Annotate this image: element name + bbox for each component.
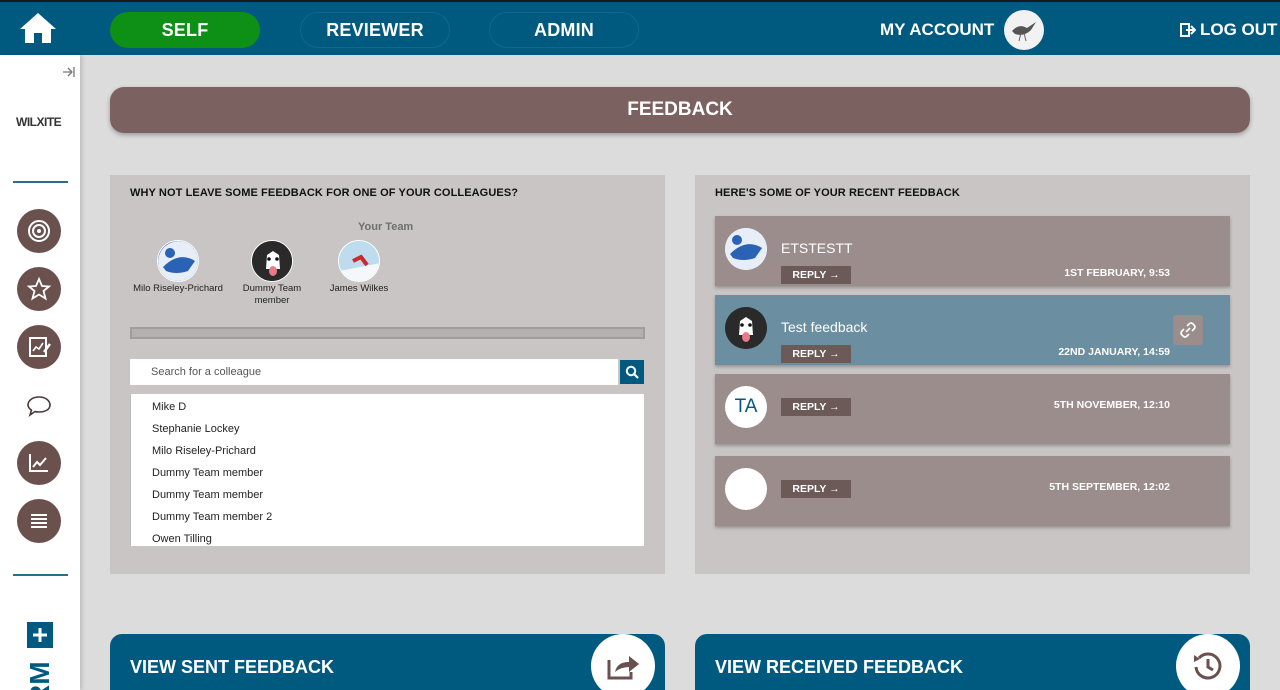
feedback-date: 5TH NOVEMBER, 12:10 bbox=[1053, 399, 1170, 411]
history-icon bbox=[1176, 634, 1240, 690]
view-sent-feedback-label: VIEW SENT FEEDBACK bbox=[130, 657, 335, 677]
leave-feedback-heading: WHY NOT LEAVE SOME FEEDBACK FOR ONE OF Y… bbox=[130, 187, 519, 199]
top-nav-bar: SELF REVIEWER ADMIN MY ACCOUNT LOG OUT bbox=[0, 0, 1280, 55]
colleague-list[interactable]: Mike D Stephanie Lockey Milo Riseley-Pri… bbox=[130, 394, 644, 546]
view-received-feedback-label: VIEW RECEIVED FEEDBACK bbox=[715, 657, 964, 677]
my-account-label: MY ACCOUNT bbox=[880, 20, 995, 39]
sidebar-item-reviews[interactable] bbox=[17, 267, 61, 311]
list-item[interactable]: Milo Riseley-Prichard bbox=[131, 440, 644, 462]
reply-button[interactable]: REPLY → bbox=[781, 480, 851, 498]
feedback-title: ETSTESTT bbox=[781, 240, 853, 256]
reply-button[interactable]: REPLY → bbox=[781, 398, 851, 416]
avatar bbox=[338, 240, 380, 282]
tab-admin[interactable]: ADMIN bbox=[489, 12, 639, 48]
search-icon bbox=[625, 365, 639, 379]
rm-logo-text: RM bbox=[24, 661, 55, 690]
feedback-card[interactable]: Test feedback REPLY → 22ND JANUARY, 14:5… bbox=[715, 295, 1230, 365]
feedback-card[interactable]: ETSTESTT REPLY → 1ST FEBRUARY, 9:53 bbox=[715, 216, 1230, 286]
add-icon[interactable] bbox=[27, 622, 53, 648]
progress-bar bbox=[130, 327, 645, 339]
team-member-name: Milo Riseley-Prichard bbox=[133, 283, 223, 294]
home-icon[interactable] bbox=[18, 10, 58, 48]
sidebar-item-self-assessment[interactable] bbox=[17, 325, 61, 369]
list-icon bbox=[31, 514, 47, 528]
company-logo: WILXITE bbox=[16, 115, 62, 129]
share-icon bbox=[591, 634, 655, 690]
colleague-search bbox=[130, 359, 645, 385]
team-member-milo[interactable]: Milo Riseley-Prichard bbox=[133, 240, 223, 295]
tab-self[interactable]: SELF bbox=[110, 12, 260, 48]
team-member-name: James Wilkes bbox=[329, 283, 389, 294]
list-item[interactable]: Stephanie Lockey bbox=[131, 418, 644, 440]
page-title: FEEDBACK bbox=[110, 87, 1250, 133]
reply-button[interactable]: REPLY → bbox=[781, 345, 851, 363]
recent-feedback-heading: HERE'S SOME OF YOUR RECENT FEEDBACK bbox=[715, 187, 960, 199]
sidebar-item-reports[interactable] bbox=[17, 441, 61, 485]
reply-button[interactable]: REPLY → bbox=[781, 266, 851, 284]
avatar: TA bbox=[725, 386, 767, 428]
list-item[interactable]: Dummy Team member 2 bbox=[131, 506, 644, 528]
feedback-date: 5TH SEPTEMBER, 12:02 bbox=[1049, 481, 1170, 493]
sidebar-divider bbox=[13, 574, 68, 576]
team-member-name: Dummy Team member bbox=[242, 283, 302, 306]
target-icon bbox=[28, 220, 50, 242]
list-item[interactable]: Dummy Team member bbox=[131, 484, 644, 506]
logout-button[interactable]: LOG OUT bbox=[1180, 20, 1277, 40]
leave-feedback-panel: WHY NOT LEAVE SOME FEEDBACK FOR ONE OF Y… bbox=[110, 175, 665, 574]
team-member-james[interactable]: James Wilkes bbox=[314, 240, 404, 295]
feedback-card[interactable]: REPLY → 5TH SEPTEMBER, 12:02 bbox=[715, 456, 1230, 526]
sidebar-item-feedback[interactable] bbox=[24, 391, 54, 421]
avatar bbox=[725, 228, 767, 270]
avatar bbox=[157, 240, 199, 282]
sidebar-item-menu[interactable] bbox=[17, 499, 61, 543]
list-item[interactable]: Owen Tilling bbox=[131, 528, 644, 546]
collapse-sidebar-icon[interactable] bbox=[62, 65, 76, 79]
list-item[interactable]: Mike D bbox=[131, 396, 644, 418]
logout-label: LOG OUT bbox=[1200, 20, 1278, 39]
feedback-date: 22ND JANUARY, 14:59 bbox=[1058, 346, 1170, 358]
team-label: Your Team bbox=[358, 221, 414, 233]
edit-chart-icon bbox=[29, 337, 51, 357]
account-avatar bbox=[1004, 10, 1045, 50]
sidebar-divider bbox=[13, 181, 68, 183]
link-icon bbox=[1180, 322, 1196, 338]
search-input[interactable] bbox=[130, 359, 618, 385]
sidebar-item-objectives[interactable] bbox=[17, 209, 61, 253]
feedback-date: 1ST FEBRUARY, 9:53 bbox=[1064, 267, 1170, 279]
view-received-feedback-button[interactable]: VIEW RECEIVED FEEDBACK bbox=[695, 634, 1250, 690]
link-button[interactable] bbox=[1173, 315, 1203, 345]
feedback-title: Test feedback bbox=[781, 319, 868, 335]
tab-reviewer[interactable]: REVIEWER bbox=[300, 12, 450, 48]
avatar bbox=[725, 468, 767, 510]
sidebar: WILXITE RM bbox=[0, 55, 80, 690]
list-item[interactable]: Dummy Team member bbox=[131, 462, 644, 484]
trend-icon bbox=[29, 454, 48, 472]
avatar bbox=[251, 240, 293, 282]
avatar bbox=[725, 307, 767, 349]
feedback-card[interactable]: TA REPLY → 5TH NOVEMBER, 12:10 bbox=[715, 374, 1230, 444]
logout-icon bbox=[1180, 23, 1196, 37]
team-member-dummy[interactable]: Dummy Team member bbox=[227, 240, 317, 307]
star-icon bbox=[26, 276, 52, 301]
my-account-button[interactable]: MY ACCOUNT bbox=[880, 10, 1045, 50]
chat-icon bbox=[27, 396, 51, 417]
view-sent-feedback-button[interactable]: VIEW SENT FEEDBACK bbox=[110, 634, 665, 690]
recent-feedback-panel: HERE'S SOME OF YOUR RECENT FEEDBACK ETST… bbox=[695, 175, 1250, 574]
search-button[interactable] bbox=[620, 360, 644, 384]
